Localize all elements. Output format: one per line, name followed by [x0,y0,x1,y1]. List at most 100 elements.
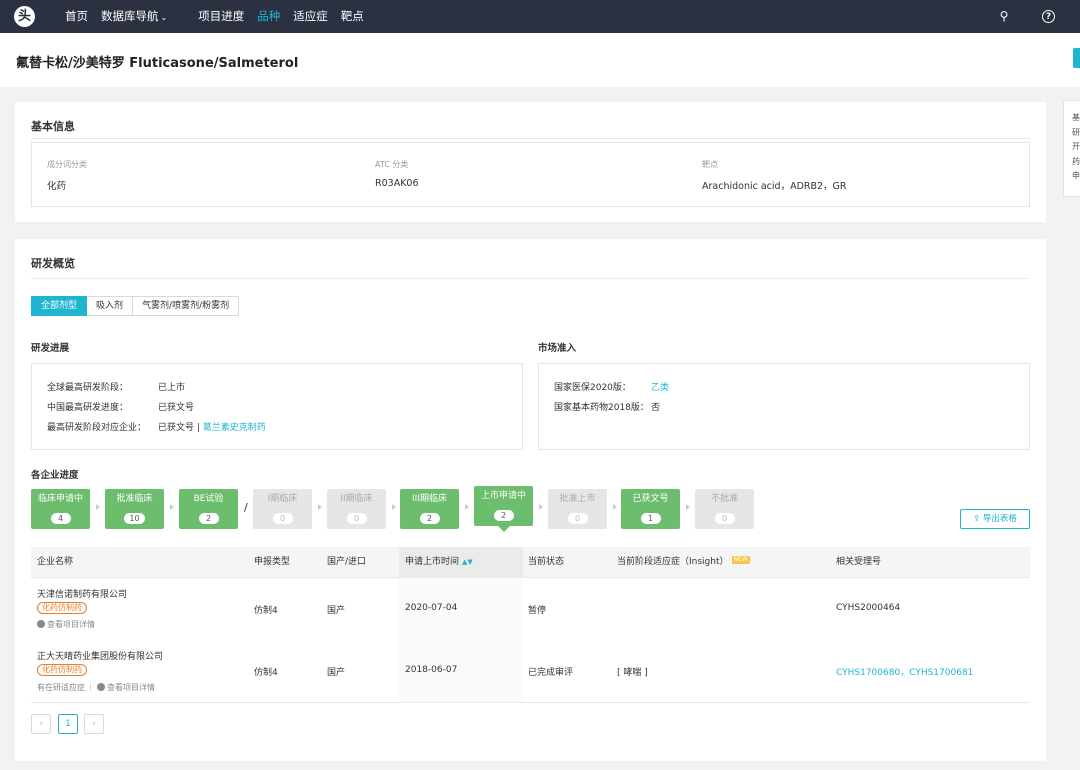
stage-count: 4 [50,513,71,524]
status-cell: 已完成审评 [528,668,574,678]
stage-name: III期临床 [412,494,447,504]
anchor-item[interactable]: 申 [1064,169,1080,184]
status-cell: 暂停 [528,606,547,616]
tab-all-dosage[interactable]: 全部剂型 [31,296,88,316]
col-indication: 当前阶段适应症（Insight） NEW [617,547,750,578]
stage-item[interactable]: III期临床 2 [400,489,459,529]
stage-item[interactable]: 不批准 0 [695,489,754,529]
nav-database[interactable]: 数据库导航 ⌄ [101,0,167,33]
logo-icon[interactable]: 头 [14,6,35,27]
origin-cell: 国产 [327,606,346,616]
edge-action-button[interactable] [1073,48,1080,68]
type-cell: 仿制4 [254,668,278,678]
type-cell: 仿制4 [254,606,278,616]
stage-count: 2 [493,510,514,521]
anchor-item[interactable]: 基 [1064,111,1080,126]
page-title: 氟替卡松/沙美特罗 Fluticasone/Salmeterol [16,56,299,71]
dosage-tabs: 全部剂型 吸入剂 气雾剂/喷雾剂/粉雾剂 [31,296,240,316]
stage-name: 已获文号 [632,494,669,504]
stage-item[interactable]: 批准临床 10 [105,489,164,529]
stage-item[interactable]: 临床申请中 4 [31,489,90,529]
arrow-right-icon [465,504,469,510]
stage-item[interactable]: II期临床 0 [327,489,386,529]
stage-item[interactable]: 批准上市 0 [548,489,607,529]
current-stage-pointer [498,526,510,532]
progress-key: 中国最高研发进度： [47,403,129,413]
progress-value: 已获文号 [158,403,195,413]
separator: | [89,682,92,691]
indication-in-dev-link[interactable]: 有在研适应症 [37,682,85,693]
dev-overview-heading: 研发概览 [31,257,75,270]
tab-aerosol-spray-powder[interactable]: 气雾剂/喷雾剂/粉雾剂 [133,296,240,316]
col-apply-date[interactable]: 申请上市时间 ▲▼ [405,547,473,578]
accept-no-sep: ， [900,668,910,678]
arrow-right-icon [686,504,690,510]
stage-item-current[interactable]: 上市申请中 2 [474,486,533,532]
stage-name: BE试验 [193,494,224,504]
stage-name: II期临床 [340,494,373,504]
anchor-item[interactable]: 开 [1064,140,1080,155]
drug-type-tag: 化药仿制药 [37,602,87,614]
col-company: 企业名称 [37,557,74,567]
table-header: 企业名称 申报类型 国产/进口 申请上市时间 ▲▼ 当前状态 当前阶段适应症（In… [31,547,1030,578]
accept-no-cell: CYHS1700680，CYHS1700681 [836,665,973,678]
market-key: 国家基本药物2018版： [554,403,649,413]
export-icon: ⇪ [973,514,981,524]
accept-no-link[interactable]: CYHS1700680 [836,668,900,678]
sort-icon[interactable]: ▲▼ [462,558,473,566]
insurance-class-link[interactable]: 乙类 [651,380,669,393]
nav-indication[interactable]: 适应症 [293,0,328,33]
anchor-item[interactable]: 研 [1064,126,1080,141]
stage-slash: / [244,501,248,514]
divider [31,278,1030,279]
company-name-link[interactable]: 天津信诺制药有限公司 [37,587,127,600]
basic-info-box [31,142,1030,207]
stage-name: 批准临床 [116,494,153,504]
stage-count: 1 [640,513,661,524]
arrow-right-icon [318,504,322,510]
accept-no-link[interactable]: CYHS1700681 [909,668,973,678]
progress-value-text: 已获文号 | [158,423,200,433]
prev-page-button[interactable]: ‹ [31,714,51,734]
field-label: 成分词分类 [47,160,87,169]
nav-database-label: 数据库导航 [101,9,159,23]
field-value: R03AK06 [375,178,419,189]
stage-item[interactable]: BE试验 2 [179,489,238,529]
col-status: 当前状态 [528,557,565,567]
view-project-link[interactable]: 查看项目详情 [37,619,95,630]
export-table-button[interactable]: ⇪ 导出表格 [960,509,1030,529]
view-project-link[interactable]: 查看项目详情 [97,682,155,693]
field-label: ATC 分类 [375,160,409,169]
page-button[interactable]: 1 [58,714,78,734]
nav-project-progress[interactable]: 项目进度 [198,0,244,33]
market-value: 否 [651,403,661,413]
col-accept-no: 相关受理号 [836,557,882,567]
anchor-nav: 基 研 开 药 申 [1063,100,1080,197]
field-value: Arachidonic acid，ADRB2，GR [702,181,847,192]
next-page-button[interactable]: › [84,714,104,734]
col-origin: 国产/进口 [327,557,367,567]
nav-target[interactable]: 靶点 [341,0,364,33]
progress-value: 已获文号 | 葛兰素史克制药 [158,420,266,433]
basic-info-heading: 基本信息 [31,120,75,133]
company-name-link[interactable]: 正大天晴药业集团股份有限公司 [37,649,163,662]
field-label: 靶点 [702,160,718,169]
stage-count: 0 [346,513,367,524]
title-bar: 氟替卡松/沙美特罗 Fluticasone/Salmeterol [0,33,1080,87]
tab-inhalant[interactable]: 吸入剂 [87,296,134,316]
col-indication-label: 当前阶段适应症（Insight） [617,557,729,567]
nav-home[interactable]: 首页 [65,0,88,33]
stage-count: 2 [419,513,440,524]
company-link[interactable]: 葛兰素史克制药 [203,423,266,433]
divider [31,138,1030,139]
nav-variety[interactable]: 品种 [257,0,280,33]
indication-link[interactable]: [ 哮喘 ] [617,665,648,678]
new-badge: NEW [731,556,750,564]
stage-item[interactable]: 已获文号 1 [621,489,680,529]
stage-item[interactable]: I期临床 0 [253,489,312,529]
progress-heading: 研发进展 [31,343,70,354]
help-icon[interactable]: ? [1042,10,1055,23]
search-icon[interactable]: ⚲ [996,8,1012,24]
anchor-item[interactable]: 药 [1064,155,1080,170]
accept-no-link[interactable]: CYHS2000464 [836,603,900,613]
